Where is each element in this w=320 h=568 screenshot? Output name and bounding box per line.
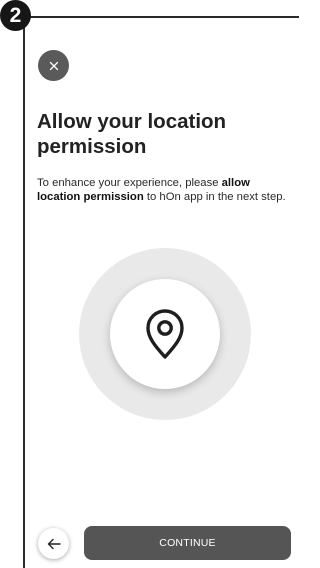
step-number-badge: 2 [0,0,31,31]
description-text-start: To enhance your experience, please [37,177,222,189]
close-icon [49,61,58,70]
illustration-circle [110,279,220,389]
close-button[interactable] [38,50,69,81]
frame-border-left [23,16,25,568]
location-pin-icon [146,309,184,359]
arrow-left-icon [47,538,61,549]
continue-button-label: CONTINUE [159,537,216,549]
back-button[interactable] [38,528,69,559]
description-text: To enhance your experience, please allow… [37,176,287,204]
description-text-end: to hOn app in the next step. [143,191,286,203]
frame-border-top [24,16,299,18]
page-title: Allow your location permission [37,110,227,158]
continue-button[interactable]: CONTINUE [84,526,291,560]
